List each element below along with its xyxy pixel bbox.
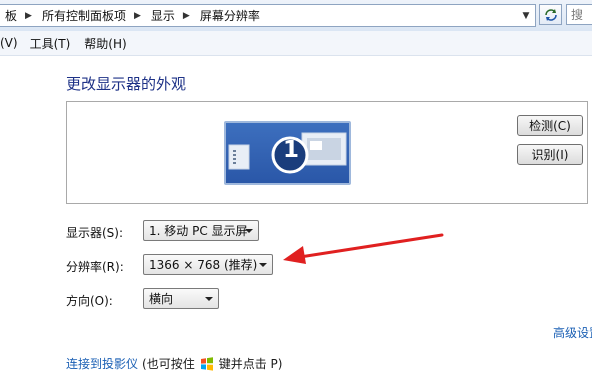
resolution-select-value: 1366 × 768 (推荐) — [149, 258, 258, 272]
display-label: 显示器(S): — [66, 226, 124, 240]
address-bar-row: 板 ▶ 所有控制面板项 ▶ 显示 ▶ 屏幕分辨率 ▼ 搜 — [0, 0, 592, 32]
orientation-select-value: 横向 — [149, 292, 174, 306]
breadcrumb-screen-resolution[interactable]: 屏幕分辨率 — [192, 7, 262, 24]
breadcrumb-separator-icon[interactable]: ▶ — [19, 11, 34, 21]
projector-hint-row: 连接到投影仪 (也可按住 键并点击 P) — [66, 355, 282, 372]
chevron-down-icon — [205, 297, 213, 301]
address-dropdown-icon[interactable]: ▼ — [517, 5, 535, 26]
breadcrumb-separator-icon[interactable]: ▶ — [177, 11, 192, 21]
resolution-select[interactable]: 1366 × 768 (推荐) — [143, 254, 273, 275]
display-select-value: 1. 移动 PC 显示屏 — [149, 224, 248, 238]
search-input[interactable]: 搜 — [566, 4, 592, 25]
connect-projector-link[interactable]: 连接到投影仪 — [66, 355, 138, 372]
chevron-down-icon — [259, 263, 267, 267]
refresh-button[interactable] — [539, 4, 562, 25]
breadcrumb-all-items[interactable]: 所有控制面板项 — [34, 7, 128, 24]
identify-button[interactable]: 识别(I) — [517, 144, 583, 165]
breadcrumb-separator-icon[interactable]: ▶ — [128, 11, 143, 21]
chevron-down-icon — [245, 229, 253, 233]
hint-text-start: (也可按住 — [142, 357, 195, 371]
detect-button[interactable]: 检测(C) — [517, 115, 583, 136]
address-bar[interactable]: 板 ▶ 所有控制面板项 ▶ 显示 ▶ 屏幕分辨率 ▼ — [0, 4, 536, 27]
resolution-label: 分辨率(R): — [66, 260, 124, 274]
display-select[interactable]: 1. 移动 PC 显示屏 — [143, 220, 259, 241]
display-preview-panel: 1 检测(C) 识别(I) — [66, 101, 588, 204]
refresh-icon — [544, 8, 557, 21]
search-placeholder: 搜 — [571, 8, 584, 22]
orientation-select[interactable]: 横向 — [143, 288, 219, 309]
menu-bar: (V) 工具(T) 帮助(H) — [0, 31, 592, 56]
menu-help[interactable]: 帮助(H) — [84, 35, 126, 52]
hint-text-end: 键并点击 P) — [218, 357, 283, 371]
advanced-settings-link[interactable]: 高级设置 — [553, 324, 592, 341]
monitor-preview[interactable]: 1 — [224, 121, 351, 185]
breadcrumb-control-panel[interactable]: 板 — [0, 7, 19, 24]
menu-view[interactable]: (V) — [0, 36, 18, 50]
monitor-number: 1 — [282, 137, 299, 163]
menu-tools[interactable]: 工具(T) — [30, 35, 71, 52]
windows-logo-icon — [200, 356, 213, 371]
orientation-label: 方向(O): — [66, 294, 113, 308]
page-title: 更改显示器的外观 — [66, 75, 187, 93]
breadcrumb-display[interactable]: 显示 — [143, 7, 177, 24]
